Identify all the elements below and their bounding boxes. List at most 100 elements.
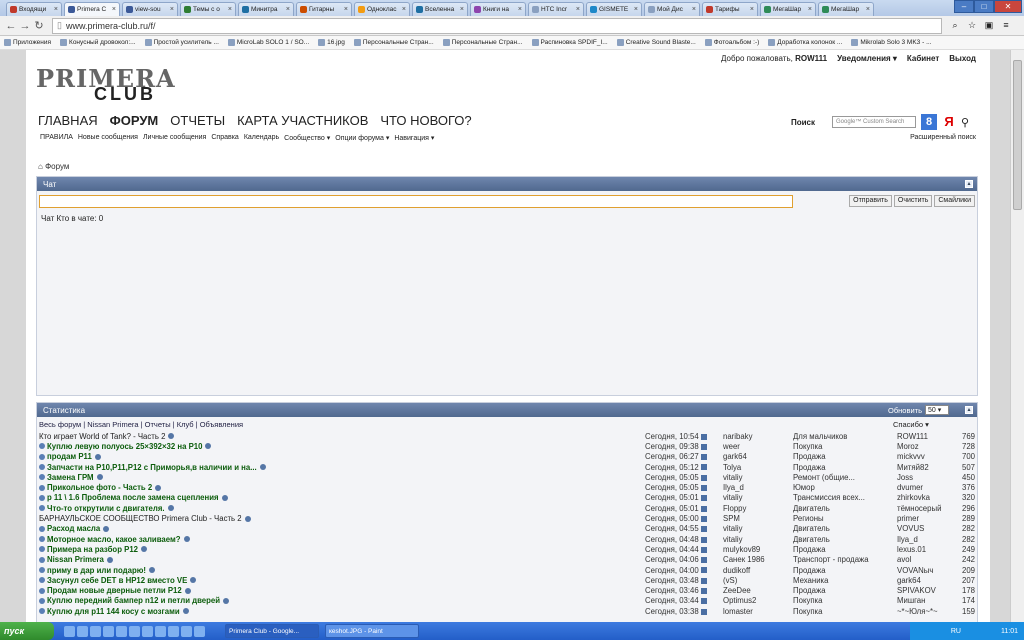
subnav-rules[interactable]: ПРАВИЛА xyxy=(40,134,73,142)
thread-forum[interactable]: Двигатель xyxy=(793,504,897,513)
last-post-icon[interactable] xyxy=(700,474,707,481)
browser-tab[interactable]: МегаШар × xyxy=(760,2,816,16)
thread-author[interactable]: SPM xyxy=(723,514,793,523)
tab-close-icon[interactable]: × xyxy=(750,6,754,13)
browser-tab[interactable]: МегаШар × xyxy=(818,2,874,16)
nav-whats-new[interactable]: ЧТО НОВОГО? xyxy=(380,113,471,128)
last-poster[interactable]: Мишган xyxy=(897,596,957,605)
tab-close-icon[interactable]: × xyxy=(112,6,116,13)
thread-forum[interactable]: Продажа xyxy=(793,586,897,595)
last-poster[interactable]: Moroz xyxy=(897,442,957,451)
browser-tab[interactable]: Книги на × xyxy=(470,2,526,16)
last-post-icon[interactable] xyxy=(700,454,707,461)
thread-title[interactable]: приму в дар или подарю! xyxy=(39,566,645,575)
nav-members-map[interactable]: КАРТА УЧАСТНИКОВ xyxy=(237,113,368,128)
yandex-search-icon[interactable]: Я xyxy=(942,114,956,130)
thread-title[interactable]: Продам новые дверные петли P12 xyxy=(39,586,645,595)
last-post-icon[interactable] xyxy=(700,505,707,512)
collapse-stats-icon[interactable]: ▴ xyxy=(965,406,973,414)
info-icon[interactable] xyxy=(155,484,162,491)
thread-author[interactable]: Optimus2 xyxy=(723,596,793,605)
quick-launch-icon[interactable] xyxy=(103,625,114,637)
quick-launch-icon[interactable] xyxy=(64,625,75,637)
tab-close-icon[interactable]: × xyxy=(402,6,406,13)
thread-forum[interactable]: Механика xyxy=(793,576,897,585)
start-button[interactable]: пуск xyxy=(0,622,54,640)
thread-title[interactable]: Прикольное фото - Часть 2 xyxy=(39,483,645,492)
thread-forum[interactable]: Двигатель xyxy=(793,535,897,544)
bookmark-item[interactable]: Фотоальбом :-) xyxy=(704,39,759,46)
address-bar[interactable]: ▯ www.primera-club.ru/f/ xyxy=(52,17,942,34)
browser-tab[interactable]: HTC Incr × xyxy=(528,2,584,16)
info-icon[interactable] xyxy=(141,546,147,553)
last-poster[interactable]: Ilya_d xyxy=(897,535,957,544)
advanced-search-link[interactable]: Расширенный поиск xyxy=(910,134,976,141)
quick-launch-icon[interactable] xyxy=(181,625,192,637)
info-icon[interactable] xyxy=(221,494,228,501)
chat-message-input[interactable] xyxy=(39,195,793,208)
subnav-new-posts[interactable]: Новые сообщения xyxy=(78,134,138,142)
quick-launch-icon[interactable] xyxy=(77,625,88,637)
zoom-icon[interactable]: ⌕ xyxy=(948,20,962,32)
thread-author[interactable]: lomaster xyxy=(723,607,793,616)
thread-title[interactable]: Что-то открутили с двигателя. xyxy=(39,504,645,513)
maximize-button[interactable]: □ xyxy=(974,0,994,13)
stats-filter-links[interactable]: Весь форум | Nissan Primera | Отчеты | К… xyxy=(39,420,243,429)
google-search-icon[interactable]: 8 xyxy=(921,114,938,130)
last-poster[interactable]: VOVUS xyxy=(897,524,957,533)
extension-icon[interactable]: ▣ xyxy=(982,20,996,32)
info-icon[interactable] xyxy=(167,505,174,512)
info-icon[interactable] xyxy=(94,453,101,460)
bookmark-item[interactable]: Creative Sound Blaste... xyxy=(616,39,696,46)
refresh-count-select[interactable]: 50 ▾ xyxy=(925,405,949,415)
logo-bottom[interactable]: CLUB xyxy=(94,84,156,105)
last-post-icon[interactable] xyxy=(700,443,707,450)
nav-home[interactable]: ГЛАВНАЯ xyxy=(38,113,98,128)
browser-tab[interactable]: Минитра × xyxy=(238,2,294,16)
nav-forum[interactable]: ФОРУМ xyxy=(110,113,159,128)
scrollbar-thumb[interactable] xyxy=(1013,60,1022,210)
info-icon[interactable] xyxy=(148,567,155,573)
info-icon[interactable] xyxy=(103,525,110,532)
logout-link[interactable]: Выход xyxy=(949,54,976,63)
thread-author[interactable]: Tolya xyxy=(723,463,793,472)
smilies-button[interactable]: Смайлики xyxy=(934,195,975,207)
last-post-icon[interactable] xyxy=(700,546,707,553)
thread-forum[interactable]: Для мальчиков xyxy=(793,432,897,441)
last-post-icon[interactable] xyxy=(700,433,707,440)
subnav-calendar[interactable]: Календарь xyxy=(244,134,279,142)
thread-forum[interactable]: Трансмиссия всех... xyxy=(793,493,897,502)
reload-icon[interactable]: ↻ xyxy=(32,19,46,32)
subnav-community[interactable]: Сообщество ▾ xyxy=(284,134,330,142)
quick-launch-icon[interactable] xyxy=(142,625,153,637)
browser-tab[interactable]: Тарифы × xyxy=(702,2,758,16)
browser-tab[interactable]: Вселенна × xyxy=(412,2,468,16)
tab-close-icon[interactable]: × xyxy=(866,6,870,13)
tab-close-icon[interactable]: × xyxy=(286,6,290,13)
bookmark-item[interactable]: Конусный дровокол:... xyxy=(60,39,136,46)
last-poster[interactable]: Joss xyxy=(897,473,957,482)
quick-launch-icon[interactable] xyxy=(168,625,179,637)
thread-forum[interactable]: Покупка xyxy=(793,596,897,605)
last-post-icon[interactable] xyxy=(700,577,707,584)
thread-title[interactable]: p 11 \ 1.6 Проблема после замена сцеплен… xyxy=(39,493,645,502)
thread-forum[interactable]: Транспорт - продажа xyxy=(793,555,897,564)
thread-title[interactable]: БАРНАУЛЬСКОЕ СООБЩЕСТВО Primera Club - Ч… xyxy=(39,514,645,523)
last-poster[interactable]: ~*~Юля~*~ xyxy=(897,607,957,616)
last-poster[interactable]: dvumer xyxy=(897,483,957,492)
last-poster[interactable]: lexus.01 xyxy=(897,545,957,554)
bookmark-item[interactable]: Простой усилитель ... xyxy=(144,39,219,46)
thread-author[interactable]: vitaliy xyxy=(723,473,793,482)
info-icon[interactable] xyxy=(168,433,175,440)
thread-title[interactable]: Куплю передний бампер n12 и петли дверей xyxy=(39,596,645,605)
quick-launch-icon[interactable] xyxy=(90,625,101,637)
nav-reports[interactable]: ОТЧЕТЫ xyxy=(170,113,225,128)
last-poster[interactable]: SPIVAKOV xyxy=(897,586,957,595)
breadcrumb-forum[interactable]: Форум xyxy=(45,162,69,171)
tab-close-icon[interactable]: × xyxy=(460,6,464,13)
tab-close-icon[interactable]: × xyxy=(228,6,232,13)
last-post-icon[interactable] xyxy=(700,495,707,502)
bookmark-item[interactable]: Доработка колонок ... xyxy=(768,39,842,46)
username-link[interactable]: ROW111 xyxy=(795,54,827,63)
last-poster[interactable]: zhirkovka xyxy=(897,493,957,502)
